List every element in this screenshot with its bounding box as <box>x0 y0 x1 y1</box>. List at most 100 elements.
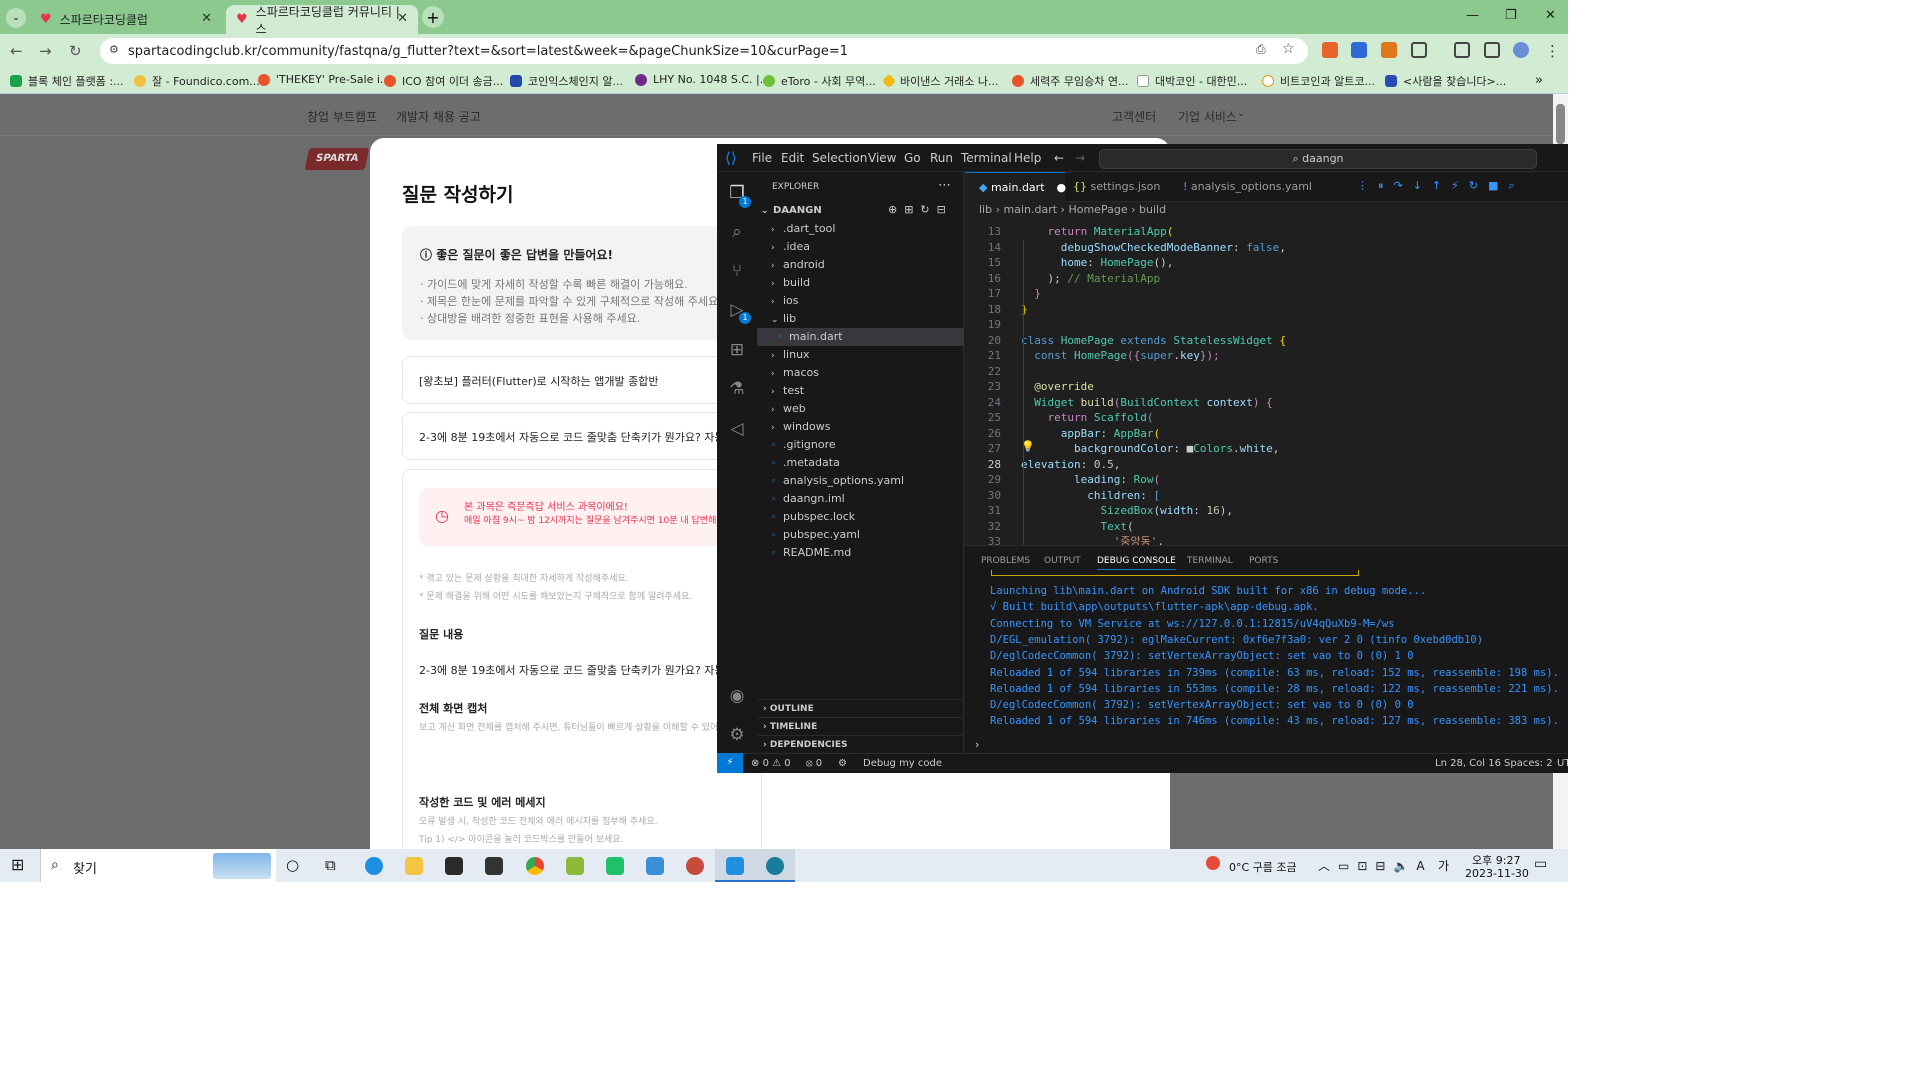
tree-file[interactable]: ◦ analysis_options.yaml <box>757 472 964 490</box>
code-line[interactable]: 20 class HomePage extends StatelessWidget… <box>965 333 1568 349</box>
browser-tab-active[interactable]: ♥ 스파르타코딩클럽 커뮤니티 | 스 ✕ <box>226 5 418 36</box>
code-line[interactable]: 30 children: [ <box>965 488 1568 504</box>
taskbar-search-box[interactable]: ⌕ 찾기 <box>40 849 276 882</box>
flutter-icon[interactable]: ◁ <box>727 419 747 439</box>
extensions-puzzle-icon[interactable] <box>1411 42 1427 58</box>
tree-folder[interactable]: › macos <box>757 364 964 382</box>
reload-icon[interactable]: ↻ <box>69 42 82 60</box>
search-icon[interactable]: ⌕ <box>727 222 747 242</box>
tree-folder[interactable]: › ios <box>757 292 964 310</box>
code-line[interactable]: 21 const HomePage({super.key}); <box>965 348 1568 364</box>
close-tab-icon[interactable]: ✕ <box>397 11 408 26</box>
tree-folder[interactable]: › linux <box>757 346 964 364</box>
metamask-fox-icon[interactable] <box>1381 42 1397 58</box>
code-line[interactable]: 26 appBar: AppBar( <box>965 426 1568 442</box>
title-input[interactable]: 2-3에 8분 19초에서 자동으로 코드 줄맞춤 단축키가 뭔가요? 자동으로 <box>402 412 762 460</box>
tree-file[interactable]: ◦ daangn.iml <box>757 490 964 508</box>
bookmark-item[interactable]: 세력주 무임승차 연... <box>1012 73 1128 89</box>
source-control-icon[interactable]: ⑂ <box>727 261 747 281</box>
edge-icon[interactable] <box>365 857 383 875</box>
menu-help[interactable]: Help <box>1014 151 1041 165</box>
nav-link[interactable]: 창업 부트캠프 <box>307 108 377 125</box>
install-app-icon[interactable]: ⎙ <box>1256 42 1266 57</box>
menu-terminal[interactable]: Terminal <box>961 151 1012 165</box>
cursor-position[interactable]: Ln 28, Col 16 <box>1435 758 1501 769</box>
site-info-icon[interactable]: ⚙ <box>109 43 119 56</box>
console-filter-box[interactable] <box>991 570 1359 576</box>
code-line[interactable]: 15 home: HomePage(), <box>965 255 1568 271</box>
store-icon[interactable] <box>445 857 463 875</box>
bookmark-star-icon[interactable]: ☆ <box>1282 41 1295 57</box>
menu-run[interactable]: Run <box>930 151 953 165</box>
editor-tab-main-dart[interactable]: ◆ main.dart ● <box>965 172 1066 202</box>
tree-folder[interactable]: › test <box>757 382 964 400</box>
ime-icon[interactable]: 가 <box>1438 857 1449 874</box>
code-line[interactable]: 16 ); // MaterialApp <box>965 271 1568 287</box>
extensions-icon[interactable]: ⊞ <box>727 340 747 360</box>
more-bookmarks-icon[interactable]: » <box>1535 73 1543 88</box>
code-line[interactable]: 19 <box>965 317 1568 333</box>
panel-tab-output[interactable]: OUTPUT <box>1044 556 1081 566</box>
menu-view[interactable]: View <box>868 151 896 165</box>
minimize-icon[interactable]: — <box>1466 8 1479 23</box>
system-tray-icons[interactable]: ︿▭⊡⊟🔈A <box>1318 857 1433 874</box>
code-line[interactable]: 24 Widget build(BuildContext context) { <box>965 395 1568 411</box>
menu-kebab-icon[interactable]: ⋮ <box>1545 42 1560 60</box>
panel-tab-debug-console[interactable]: DEBUG CONSOLE <box>1097 556 1176 570</box>
tab-search-button[interactable]: ⌄ <box>6 8 26 28</box>
bookmark-item[interactable]: 'THEKEY' Pre-Sale i... <box>258 73 390 86</box>
back-arrow-icon[interactable]: ← <box>1054 151 1064 165</box>
new-tab-button[interactable]: + <box>422 6 444 28</box>
course-select[interactable]: [왕초보] 플러터(Flutter)로 시작하는 앱개발 종합반 <box>402 356 762 404</box>
sparta-logo[interactable]: SPARTA <box>304 148 370 170</box>
code-line[interactable]: 25 return Scaffold( <box>965 410 1568 426</box>
console-prompt-icon[interactable]: › <box>975 738 979 751</box>
ports-count[interactable]: ⦻ 0 <box>806 758 822 769</box>
menu-edit[interactable]: Edit <box>781 151 804 165</box>
profile-avatar[interactable] <box>1513 42 1529 58</box>
browser-tab[interactable]: ♥ 스파르타코딩클럽 ✕ <box>30 5 222 34</box>
restore-icon[interactable]: ❐ <box>1505 8 1517 23</box>
panel-tab-problems[interactable]: PROBLEMS <box>981 556 1030 566</box>
tree-file[interactable]: ◦ .metadata <box>757 454 964 472</box>
tree-file[interactable]: ◦ pubspec.yaml <box>757 526 964 544</box>
tree-file[interactable]: ◦ .gitignore <box>757 436 964 454</box>
code-editor[interactable]: ◆ main.dart ● {} settings.json ! analysis… <box>965 172 1568 548</box>
code-line[interactable]: 22 <box>965 364 1568 380</box>
tree-folder[interactable]: › web <box>757 400 964 418</box>
explorer-toolbar-icons[interactable]: ⊕⊞↻⊟ <box>888 203 953 216</box>
forward-icon[interactable]: → <box>39 42 52 60</box>
more-actions-icon[interactable]: ⋯ <box>938 178 951 193</box>
outline-section[interactable]: › OUTLINE <box>757 699 964 717</box>
tree-file[interactable]: ◦ pubspec.lock <box>757 508 964 526</box>
indentation[interactable]: Spaces: 2 <box>1504 758 1553 769</box>
menu-file[interactable]: File <box>752 151 772 165</box>
lightbulb-icon[interactable]: 💡 <box>1021 440 1035 453</box>
bookmark-item[interactable]: 대박코인 - 대한민... <box>1137 73 1247 89</box>
app-icon[interactable] <box>646 857 664 875</box>
tree-folder[interactable]: › .idea <box>757 238 964 256</box>
code-line[interactable]: 14 debugShowCheckedModeBanner: false, <box>965 240 1568 256</box>
bookmark-item[interactable]: 비트코인과 알트코... <box>1262 73 1375 89</box>
encoding[interactable]: UT <box>1557 758 1568 769</box>
tree-file[interactable]: ◦ README.md <box>757 544 964 562</box>
tree-folder[interactable]: › android <box>757 256 964 274</box>
mail-icon[interactable] <box>485 857 503 875</box>
side-panel-icon[interactable] <box>1484 42 1500 58</box>
cortana-icon[interactable]: ○ <box>286 856 299 874</box>
forward-arrow-icon[interactable]: → <box>1075 151 1085 165</box>
remote-icon[interactable]: ⚡ <box>717 753 743 773</box>
nav-link[interactable]: 고객센터 <box>1112 108 1156 125</box>
tree-file[interactable]: ◦ main.dart <box>757 328 964 346</box>
bookmark-item[interactable]: LHY No. 1048 S.C. |... <box>635 73 770 86</box>
close-tab-icon[interactable]: ✕ <box>201 11 212 26</box>
task-view-icon[interactable]: ⧉ <box>325 856 336 874</box>
bookmark-item[interactable]: 잘 - Foundico.com... <box>134 73 260 89</box>
tree-folder[interactable]: › build <box>757 274 964 292</box>
vscode-taskbar-button[interactable] <box>715 849 755 882</box>
windows-start-icon[interactable]: ⊞ <box>11 855 24 874</box>
weather-text[interactable]: 0°C 구름 조금 <box>1229 859 1297 875</box>
code-line[interactable]: 17 } <box>965 286 1568 302</box>
code-line[interactable]: 28 elevation: 0.5, <box>965 457 1568 473</box>
shield-extension-icon[interactable] <box>1351 42 1367 58</box>
